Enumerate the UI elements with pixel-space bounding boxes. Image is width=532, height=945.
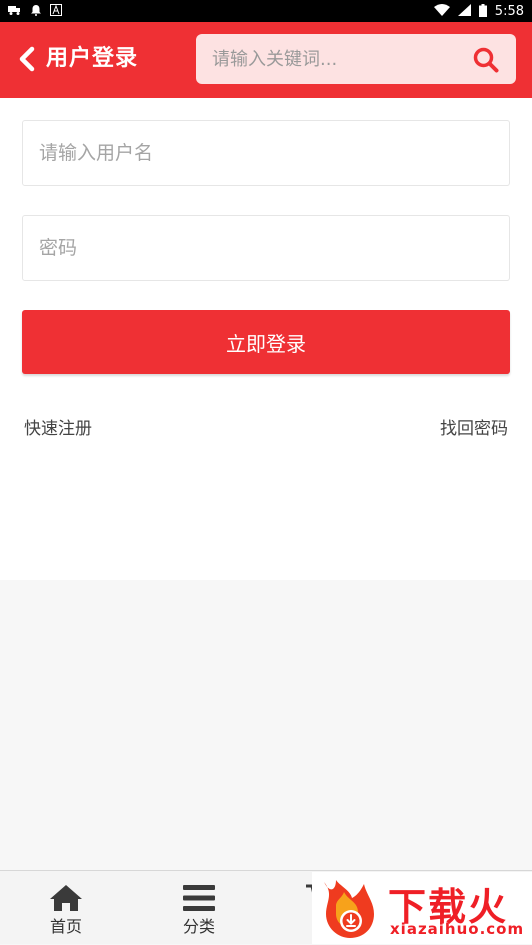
password-input[interactable] <box>23 216 509 280</box>
search-button[interactable] <box>472 46 500 74</box>
header: 用户登录 <box>0 22 532 98</box>
username-input[interactable] <box>23 121 509 185</box>
a-icon <box>50 4 62 18</box>
search-input[interactable] <box>196 34 456 84</box>
page-title: 用户登录 <box>46 46 139 71</box>
menu-icon <box>183 885 215 911</box>
password-field <box>22 215 510 281</box>
status-left-icons <box>8 4 62 18</box>
forgot-password-link[interactable]: 找回密码 <box>440 414 508 439</box>
signal-icon <box>457 4 471 18</box>
status-time: 5:58 <box>494 3 524 19</box>
watermark: 下载火 xiazaihuo.com <box>312 872 532 944</box>
flame-logo-icon <box>324 880 374 938</box>
back-button[interactable] <box>14 44 38 74</box>
wifi-icon <box>433 4 450 18</box>
username-field <box>22 120 510 186</box>
chevron-left-icon <box>19 46 35 72</box>
register-link[interactable]: 快速注册 <box>24 414 92 439</box>
battery-icon <box>478 3 487 19</box>
truck-icon <box>8 5 22 17</box>
watermark-domain: xiazaihuo.com <box>390 920 525 938</box>
bell-icon <box>30 4 42 18</box>
login-panel: 立即登录 快速注册 找回密码 <box>0 98 532 580</box>
status-right-icons: 5:58 <box>433 3 524 19</box>
search-icon <box>473 47 499 73</box>
nav-category[interactable]: 分类 <box>139 871 259 945</box>
nav-category-label: 分类 <box>182 917 215 936</box>
nav-home[interactable]: 首页 <box>6 871 126 945</box>
nav-home-label: 首页 <box>49 917 82 936</box>
home-icon <box>50 885 82 911</box>
search-box <box>196 34 516 84</box>
status-bar: 5:58 <box>0 0 532 22</box>
login-button[interactable]: 立即登录 <box>22 310 510 374</box>
